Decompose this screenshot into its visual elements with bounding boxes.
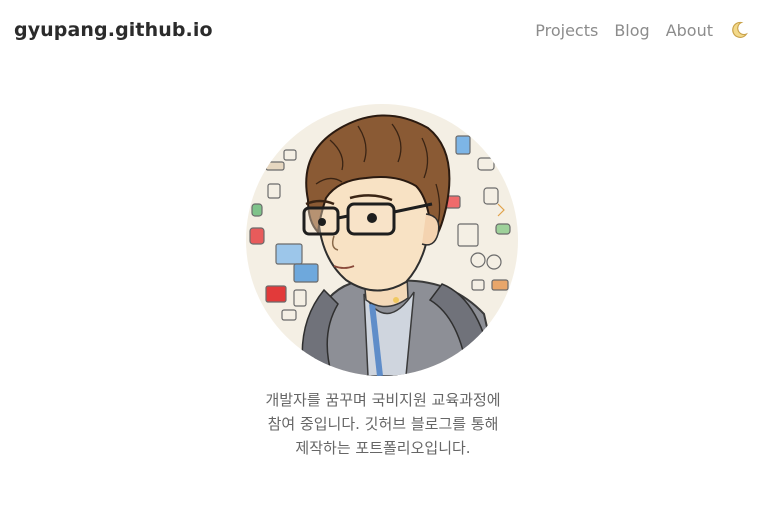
- nav-projects-link[interactable]: Projects: [535, 21, 598, 40]
- profile-bio: 개발자를 꿈꾸며 국비지원 교육과정에 참여 중입니다. 깃허브 블로그를 통해…: [183, 388, 583, 460]
- moon-icon: [732, 21, 748, 38]
- nav-blog-link[interactable]: Blog: [614, 21, 649, 40]
- theme-toggle-button[interactable]: [729, 20, 749, 40]
- page: gyupang.github.io Projects Blog About 개발…: [0, 0, 767, 523]
- bio-line: 제작하는 포트폴리오입니다.: [295, 439, 471, 457]
- profile-avatar: [246, 104, 518, 376]
- bio-line: 개발자를 꿈꾸며 국비지원 교육과정에: [265, 391, 501, 409]
- site-title-link[interactable]: gyupang.github.io: [14, 19, 213, 41]
- profile-illustration: [246, 104, 518, 376]
- bio-line: 참여 중입니다. 깃허브 블로그를 통해: [267, 415, 499, 433]
- nav-about-link[interactable]: About: [666, 21, 713, 40]
- site-header: gyupang.github.io Projects Blog About: [0, 0, 767, 66]
- main-nav: Projects Blog About: [535, 20, 749, 40]
